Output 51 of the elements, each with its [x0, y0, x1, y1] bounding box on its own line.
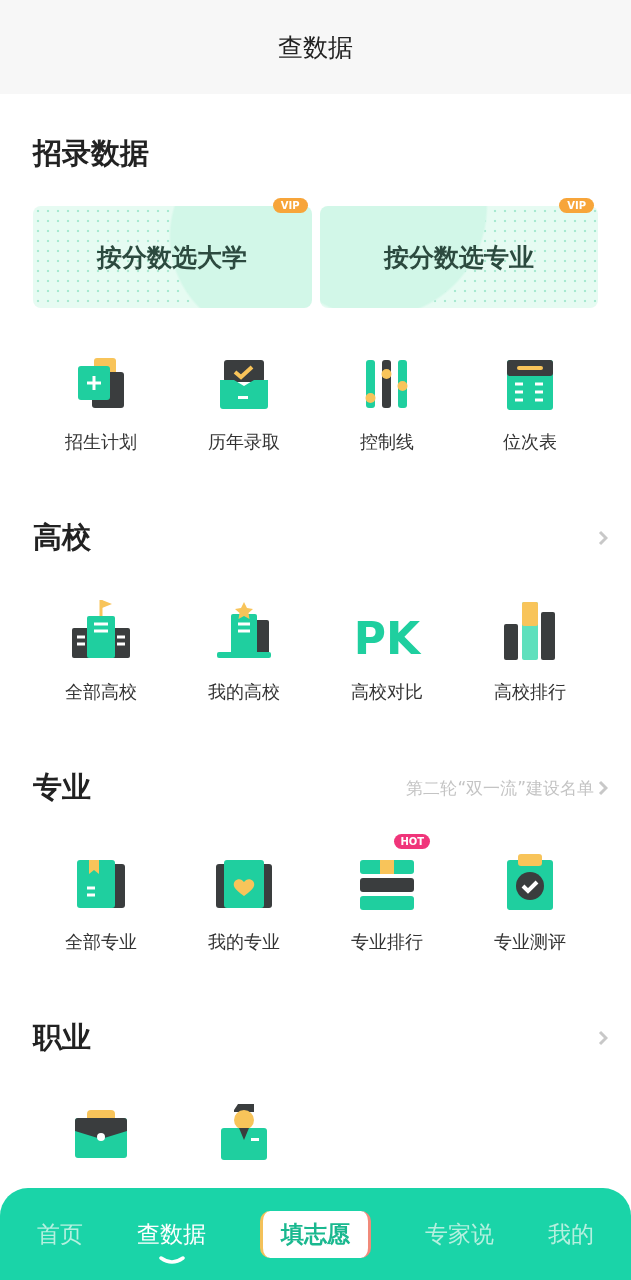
grid-item[interactable]: 位次表 [458, 330, 602, 454]
grid-item[interactable]: 我的专业 [172, 830, 316, 954]
grid-item[interactable]: 专业测评 [458, 830, 602, 954]
grid-item[interactable]: 高校排行 [458, 580, 602, 704]
banner-title: 按分数选专业 [383, 241, 534, 274]
item-label: 控制线 [360, 430, 415, 454]
item-label: 我的专业 [207, 930, 280, 954]
item-label: 全部高校 [64, 680, 137, 704]
podium-icon [504, 602, 557, 660]
grid-item[interactable]: PK 高校对比 [315, 580, 459, 704]
item-label: 我的高校 [207, 680, 280, 704]
section-title: 职业 [33, 1019, 91, 1056]
section-title: 招录数据 [33, 135, 149, 172]
pk-icon: PK [347, 606, 428, 660]
businessman-icon [220, 1104, 267, 1160]
section-title: 高校 [33, 519, 91, 556]
building-star-icon [214, 600, 273, 660]
envelope-check-icon [217, 360, 270, 410]
building-flag-icon [71, 600, 130, 660]
item-label: 历年录取 [207, 430, 280, 454]
clipboard-check-icon [505, 854, 556, 910]
ranking-list-icon [360, 860, 415, 910]
item-label: 位次表 [503, 430, 558, 454]
hot-badge: HOT [394, 834, 431, 849]
document-plus-icon [75, 358, 126, 410]
chevron-right-icon[interactable] [598, 530, 608, 546]
vip-badge: VIP [559, 198, 594, 213]
vip-badge: VIP [272, 198, 308, 213]
book-bookmark-icon [74, 860, 127, 910]
briefcase-icon [74, 1110, 127, 1160]
grid-item[interactable]: 全部高校 [29, 580, 173, 704]
book-heart-icon [215, 860, 272, 910]
chevron-right-icon[interactable] [598, 780, 608, 796]
grid-item[interactable]: HOT 专业排行 [315, 830, 459, 954]
chevron-right-icon[interactable] [598, 1030, 608, 1046]
table-icon [505, 360, 556, 410]
grid-item[interactable]: 招生计划 [29, 330, 173, 454]
item-label: 招生计划 [64, 430, 137, 454]
item-label: 高校对比 [351, 680, 424, 704]
grid-item[interactable]: 控制线 [315, 330, 459, 454]
section-title: 专业 [33, 769, 91, 806]
smile-indicator-icon [158, 1255, 185, 1264]
page-title: 查数据 [278, 31, 353, 64]
banner-title: 按分数选大学 [97, 241, 248, 274]
grid-item[interactable]: 历年录取 [172, 330, 316, 454]
grid-item[interactable]: 全部专业 [29, 830, 173, 954]
item-label: 专业测评 [494, 930, 567, 954]
grid-item[interactable]: 我的高校 [172, 580, 316, 704]
item-label: 全部专业 [64, 930, 137, 954]
item-label: 专业排行 [351, 930, 424, 954]
item-label: 高校排行 [494, 680, 567, 704]
